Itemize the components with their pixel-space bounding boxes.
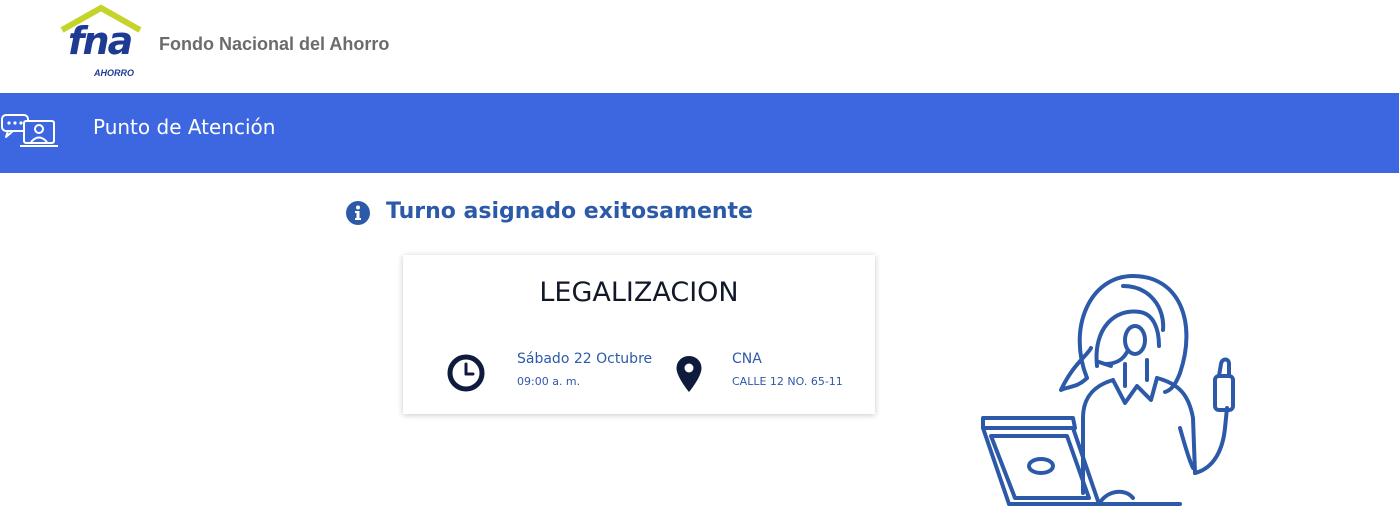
fna-logo[interactable]: fna AHORRO [58, 4, 144, 80]
office-name: CNA [732, 351, 762, 367]
video-chat-icon [1, 114, 58, 147]
message-text: Turno asignado exitosamente [386, 199, 753, 224]
appointment-date: Sábado 22 Octubre [517, 351, 653, 367]
page-title: Punto de Atención [93, 115, 276, 139]
logo-wordmark: fna [68, 19, 133, 63]
office-address: CALLE 12 NO. 65-11 [732, 375, 843, 388]
info-icon [346, 201, 370, 225]
section-bar: Punto de Atención [0, 93, 1399, 173]
page: fna AHORRO Fondo Nacional del Ahorro Pun… [0, 0, 1399, 518]
support-agent-illustration [981, 274, 1235, 506]
top-header: fna AHORRO Fondo Nacional del Ahorro [0, 0, 1399, 93]
clock-icon [447, 354, 485, 392]
logo-subtext: AHORRO [94, 68, 134, 78]
appointment-card: LEGALIZACION Sábado 22 Octubre 09:00 a. … [403, 255, 875, 414]
org-name: Fondo Nacional del Ahorro [159, 34, 390, 54]
appointment-time: 09:00 a. m. [517, 375, 581, 388]
service-title: LEGALIZACION [539, 277, 739, 308]
map-pin-icon [676, 356, 702, 392]
